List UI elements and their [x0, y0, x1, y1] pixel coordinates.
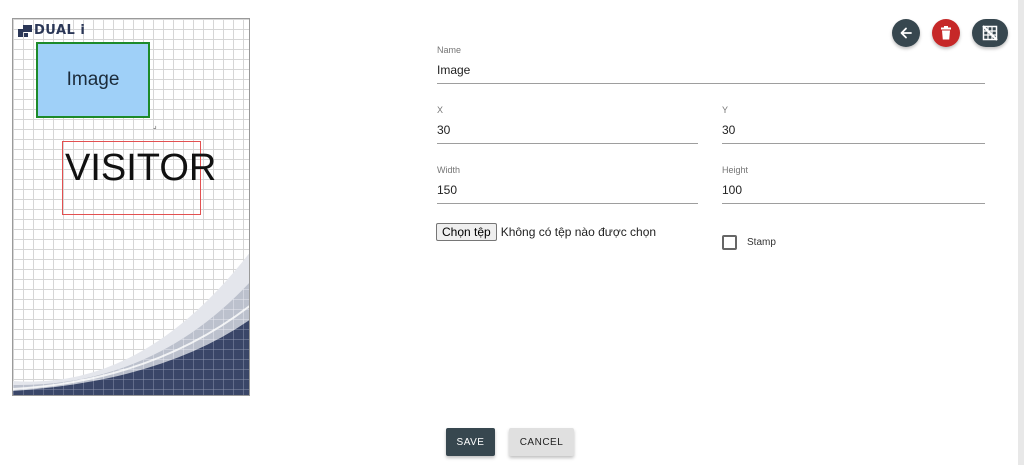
- x-input[interactable]: 30: [437, 123, 698, 144]
- y-field[interactable]: Y 30: [722, 105, 985, 144]
- name-field[interactable]: Name Image: [437, 45, 985, 84]
- toggle-grid-button[interactable]: [972, 19, 1008, 47]
- choose-file-button[interactable]: Chọn tệp: [436, 223, 497, 241]
- image-element-label: Image: [66, 69, 120, 90]
- height-label: Height: [722, 165, 749, 175]
- x-field[interactable]: X 30: [437, 105, 698, 144]
- image-element-box[interactable]: Image: [36, 42, 150, 118]
- y-label: Y: [722, 105, 729, 115]
- arrow-left-icon: [900, 27, 912, 39]
- logo-icon: [18, 24, 32, 37]
- cancel-button[interactable]: CANCEL: [509, 428, 574, 456]
- delete-button[interactable]: [932, 19, 960, 47]
- save-button[interactable]: SAVE: [446, 428, 495, 456]
- y-input[interactable]: 30: [722, 123, 985, 144]
- file-upload: Chọn tệp Không có tệp nào được chọn: [436, 223, 656, 241]
- back-button[interactable]: [892, 19, 920, 47]
- height-input[interactable]: 100: [722, 183, 985, 204]
- name-input[interactable]: Image: [437, 63, 985, 84]
- stamp-checkbox[interactable]: [722, 235, 737, 250]
- brand-logo: DUAL i: [18, 23, 85, 38]
- name-label: Name: [437, 45, 462, 55]
- resize-handle-icon[interactable]: ⌟: [153, 122, 157, 130]
- file-status-text: Không có tệp nào được chọn: [500, 225, 657, 239]
- trash-icon: [941, 26, 951, 40]
- stamp-label: Stamp: [747, 237, 776, 248]
- logo-text: DUAL i: [34, 23, 86, 38]
- scrollbar-track[interactable]: [1018, 0, 1024, 465]
- width-label: Width: [437, 165, 461, 175]
- card-preview[interactable]: DUAL i Image ⌟ VISITOR: [12, 18, 250, 396]
- visitor-text-label: VISITOR: [65, 147, 217, 189]
- stamp-option[interactable]: Stamp: [722, 235, 776, 250]
- width-field[interactable]: Width 150: [437, 165, 698, 204]
- grid-off-icon: [982, 25, 998, 41]
- visitor-text-element[interactable]: VISITOR: [62, 141, 216, 215]
- width-input[interactable]: 150: [437, 183, 698, 204]
- x-label: X: [437, 105, 444, 115]
- height-field[interactable]: Height 100: [722, 165, 985, 204]
